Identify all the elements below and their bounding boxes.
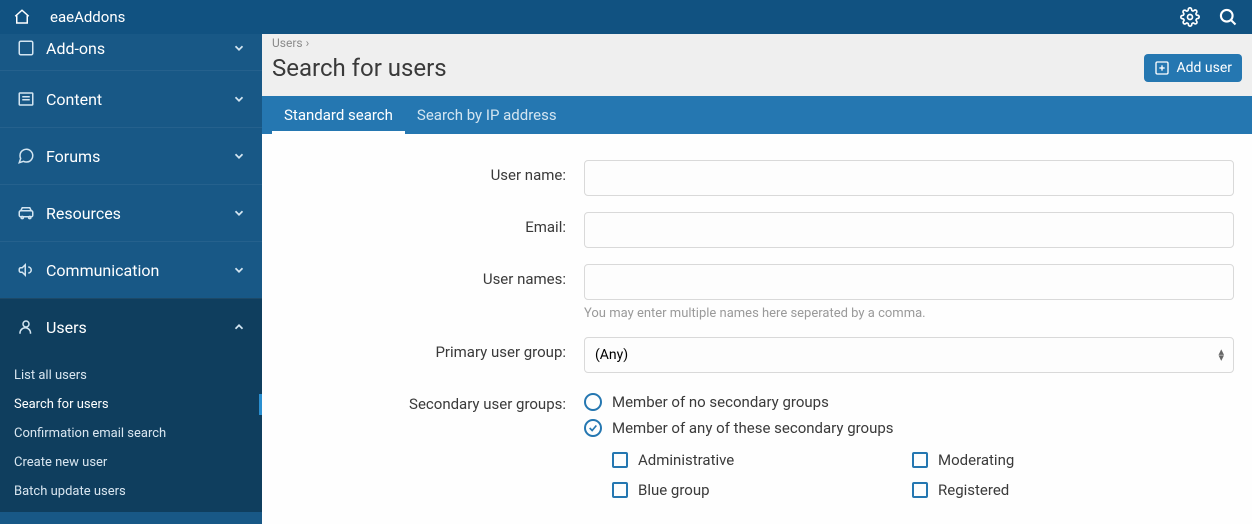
- check-label: Administrative: [638, 451, 734, 469]
- usernames-label: User names:: [262, 264, 584, 321]
- check-label: Moderating: [938, 451, 1014, 469]
- subitem-confirmation-email[interactable]: Confirmation email search: [0, 419, 262, 448]
- radio-no-secondary[interactable]: Member of no secondary groups: [584, 389, 1234, 415]
- tab-search-ip[interactable]: Search by IP address: [405, 96, 569, 134]
- sidebar-label: Users: [46, 318, 232, 337]
- sidebar: Add-ons Content Forums Resources Communi…: [0, 34, 262, 524]
- sidebar-item-addons[interactable]: Add-ons: [0, 34, 262, 70]
- primary-group-label: Primary user group:: [262, 337, 584, 373]
- sidebar-item-communication[interactable]: Communication: [0, 241, 262, 298]
- checkbox-icon: [912, 452, 928, 468]
- radio-label: Member of any of these secondary groups: [612, 419, 894, 437]
- email-input[interactable]: [584, 212, 1234, 248]
- check-blue-group[interactable]: Blue group: [612, 475, 912, 505]
- sidebar-label: Resources: [46, 204, 232, 223]
- usernames-input[interactable]: [584, 264, 1234, 300]
- plus-square-icon: [1154, 60, 1170, 76]
- page-title: Search for users: [272, 54, 1144, 82]
- radio-any-secondary[interactable]: Member of any of these secondary groups: [584, 415, 1234, 441]
- user-icon: [16, 317, 36, 337]
- sidebar-label: Communication: [46, 261, 232, 280]
- chevron-down-icon: [232, 149, 246, 163]
- sidebar-item-forums[interactable]: Forums: [0, 127, 262, 184]
- chevron-up-icon: [232, 320, 246, 334]
- subitem-batch-update[interactable]: Batch update users: [0, 477, 262, 506]
- brand-label: eaeAddons: [50, 8, 125, 26]
- primary-group-select[interactable]: (Any): [584, 337, 1234, 373]
- subitem-create-user[interactable]: Create new user: [0, 448, 262, 477]
- add-user-label: Add user: [1176, 60, 1232, 76]
- sidebar-label: Content: [46, 90, 232, 109]
- tab-standard-search[interactable]: Standard search: [272, 96, 405, 134]
- search-icon[interactable]: [1216, 5, 1240, 29]
- sidebar-label: Forums: [46, 147, 232, 166]
- usernames-hint: You may enter multiple names here sepera…: [584, 306, 1234, 321]
- sidebar-label: Add-ons: [46, 39, 232, 58]
- radio-label: Member of no secondary groups: [612, 393, 829, 411]
- sidebar-item-users[interactable]: Users: [0, 298, 262, 355]
- comments-icon: [16, 146, 36, 166]
- sidebar-subitems: List all users Search for users Confirma…: [0, 355, 262, 512]
- breadcrumb[interactable]: Users ›: [262, 34, 1252, 44]
- sidebar-item-resources[interactable]: Resources: [0, 184, 262, 241]
- newspaper-icon: [16, 89, 36, 109]
- car-icon: [16, 203, 36, 223]
- puzzle-icon: [16, 38, 36, 58]
- check-label: Registered: [938, 481, 1009, 499]
- subitem-list-users[interactable]: List all users: [0, 361, 262, 390]
- form-panel: User name: Email: User names: You may en…: [262, 134, 1252, 524]
- add-user-button[interactable]: Add user: [1144, 54, 1242, 82]
- main-content: Users › Search for users Add user Standa…: [262, 34, 1252, 524]
- home-icon[interactable]: [12, 7, 32, 27]
- username-input[interactable]: [584, 160, 1234, 196]
- tabs: Standard search Search by IP address: [262, 96, 1252, 134]
- radio-icon: [584, 393, 602, 411]
- chevron-down-icon: [232, 263, 246, 277]
- checkbox-icon: [612, 482, 628, 498]
- checkbox-icon: [612, 452, 628, 468]
- email-label: Email:: [262, 212, 584, 248]
- check-administrative[interactable]: Administrative: [612, 445, 912, 475]
- check-moderating[interactable]: Moderating: [912, 445, 1212, 475]
- radio-icon: [584, 419, 602, 437]
- username-label: User name:: [262, 160, 584, 196]
- sidebar-item-content[interactable]: Content: [0, 70, 262, 127]
- chevron-down-icon: [232, 41, 246, 55]
- secondary-groups-label: Secondary user groups:: [262, 389, 584, 505]
- chevron-down-icon: [232, 92, 246, 106]
- checkbox-icon: [912, 482, 928, 498]
- topbar: eaeAddons: [0, 0, 1252, 34]
- subitem-search-users[interactable]: Search for users: [0, 390, 262, 419]
- bullhorn-icon: [16, 260, 36, 280]
- settings-icon[interactable]: [1178, 5, 1202, 29]
- chevron-down-icon: [232, 206, 246, 220]
- check-label: Blue group: [638, 481, 710, 499]
- check-registered[interactable]: Registered: [912, 475, 1212, 505]
- titlebar: Search for users Add user: [262, 44, 1252, 96]
